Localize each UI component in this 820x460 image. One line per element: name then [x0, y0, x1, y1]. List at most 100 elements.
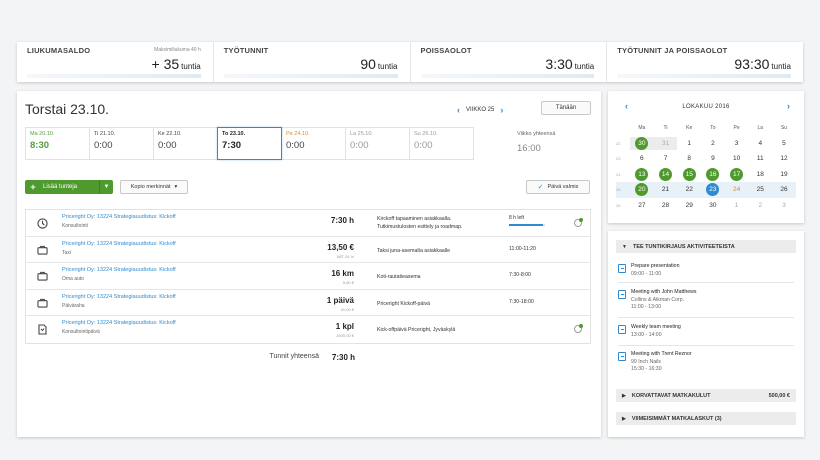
calendar-day[interactable]: 8	[677, 152, 701, 165]
calendar-day[interactable]: 27	[630, 199, 654, 212]
add-entry-icon[interactable]	[618, 290, 626, 299]
day-tab-sun[interactable]: Su 26.10. 0:00	[409, 127, 474, 160]
day-tab-mon[interactable]: Ma 20.10. 8:30	[25, 127, 90, 160]
activity-item[interactable]: Meeting with John Matthews Collins & Aikm…	[618, 289, 794, 312]
page-title: Torstai 23.10.	[25, 101, 110, 117]
calendar-day-number: 13	[635, 167, 649, 181]
calendar-day[interactable]: 1	[677, 137, 701, 150]
calendar-day[interactable]: 10	[725, 152, 749, 165]
add-hours-button[interactable]: + Lisää tunteja ▼	[25, 180, 113, 194]
day-hours: 8:30	[30, 140, 50, 151]
calendar-day[interactable]: 17	[725, 167, 749, 181]
table-row[interactable]: Priceright Oy: 13224 Strategiauudistus: …	[26, 210, 590, 237]
summary-bar	[223, 74, 398, 78]
chevron-down-icon[interactable]: ▼	[99, 180, 113, 194]
table-row[interactable]: Priceright Oy: 13224 Strategiauudistus: …	[26, 290, 590, 317]
calendar-day[interactable]: 24	[725, 183, 749, 196]
calendar-day[interactable]: 25	[748, 183, 772, 196]
calendar-day[interactable]: 3	[772, 199, 796, 212]
calendar-day[interactable]: 20	[630, 183, 654, 197]
calendar-day[interactable]: 6	[630, 152, 654, 165]
add-entry-icon[interactable]	[618, 352, 626, 361]
activity-item[interactable]: Weekly team meeting 13:00 - 14:00	[618, 324, 794, 339]
calendar-day[interactable]: 31	[653, 136, 678, 150]
calendar-day[interactable]: 11	[748, 152, 772, 165]
day-tab-sat[interactable]: La 25.10. 0:00	[345, 127, 410, 160]
week-number: 22	[616, 140, 621, 146]
calendar-day[interactable]: 16	[701, 167, 725, 181]
entries-table: Priceright Oy: 13224 Strategiauudistus: …	[25, 209, 591, 344]
chevron-right-icon[interactable]: ›	[500, 105, 503, 115]
calendar-day[interactable]: 5	[772, 137, 796, 150]
day-tab-fri[interactable]: Pe 24.10. 0:00	[281, 127, 346, 160]
calendar-day[interactable]: 21	[654, 183, 678, 196]
table-row[interactable]: Priceright Oy: 13224 Strategiauudistus: …	[26, 237, 590, 264]
entry-amount: 1 päivä	[326, 295, 354, 305]
activities-accordion[interactable]: ▼ TEE TUNTIKIRJAUS AKTIVITEETEISTA	[616, 240, 796, 253]
add-entry-icon[interactable]	[618, 264, 626, 273]
calendar-day[interactable]: 13	[630, 167, 654, 181]
day-hours: 0:00	[158, 140, 177, 151]
calendar-day[interactable]: 29	[677, 199, 701, 212]
comment-icon[interactable]	[574, 324, 583, 334]
entry-amount: 16 km	[331, 269, 354, 279]
day-name: Su 26.10.	[414, 131, 438, 137]
calendar-day-number: 31	[661, 139, 670, 147]
day-hours: 7:30	[222, 140, 242, 151]
day-hours: 0:00	[286, 140, 305, 151]
calendar-day[interactable]: 2	[748, 199, 772, 212]
calendar-day[interactable]: 18	[748, 168, 772, 181]
entry-project-link[interactable]: Priceright Oy: 13224 Strategiauudistus: …	[62, 267, 176, 273]
activity-detail: 09:00 - 11:00	[631, 270, 662, 277]
day-name: Ti 21.10.	[94, 131, 116, 137]
entry-hours-left: 8 h left	[509, 215, 525, 221]
day-ready-button[interactable]: ✓ Päivä valmis	[526, 180, 590, 194]
calendar-day[interactable]: 2	[701, 137, 725, 150]
day-tab-tue[interactable]: Ti 21.10. 0:00	[89, 127, 154, 160]
entry-description: Kirckoff tapaaminen asiakkaalla. Tutkimus…	[377, 215, 497, 231]
activity-item[interactable]: Meeting with Trent Reznor 99 Inch Nails 15…	[618, 351, 794, 374]
recent-invoices-accordion[interactable]: ▶ VIIMEISIMMÄT MATKALASKUT (3)	[616, 412, 796, 425]
calendar-day[interactable]: 26	[772, 183, 796, 196]
entry-project-link[interactable]: Priceright Oy: 13224 Strategiauudistus: …	[62, 294, 176, 300]
table-row[interactable]: Priceright Oy: 13224 Strategiauudistus: …	[26, 263, 590, 290]
comment-icon[interactable]	[574, 218, 583, 227]
calendar-day-number: 3	[782, 201, 786, 209]
add-entry-icon[interactable]	[618, 325, 626, 334]
summary-unit: tuntia	[771, 62, 791, 71]
chevron-left-icon[interactable]: ‹	[457, 105, 460, 115]
entry-project-link[interactable]: Priceright Oy: 13224 Strategiauudistus: …	[62, 320, 176, 326]
day-tab-wed[interactable]: Ke 22.10. 0:00	[153, 127, 218, 160]
calendar-day[interactable]: 22	[677, 183, 701, 196]
entry-project-link[interactable]: Priceright Oy: 13224 Strategiauudistus: …	[62, 241, 176, 247]
calendar-day-selected[interactable]: 23	[701, 183, 725, 197]
today-button[interactable]: Tänään	[541, 101, 591, 115]
calendar-day[interactable]: 30	[701, 199, 725, 212]
calendar-day[interactable]: 7	[654, 152, 678, 165]
chevron-right-icon[interactable]: ›	[787, 101, 790, 111]
calendar-day[interactable]: 9	[701, 152, 725, 165]
travel-expenses-accordion[interactable]: ▶ KORVATTAVAT MATKAKULUT 500,00 €	[616, 389, 796, 402]
calendar-day[interactable]: 30	[630, 136, 654, 150]
activity-item[interactable]: Prepare presentation 09:00 - 11:00	[618, 263, 794, 278]
week-total-value: 16:00	[517, 143, 541, 154]
calendar-day[interactable]: 1	[725, 199, 749, 212]
calendar-day[interactable]: 15	[677, 167, 701, 181]
calendar-day[interactable]: 19	[772, 168, 796, 181]
mini-calendar: ‹ LOKAKUU 2016 › Ma Ti Ke To Pe La Su 22…	[608, 91, 804, 223]
week-number: 26	[616, 202, 621, 208]
copy-entries-button[interactable]: Kopio merkinnät ▾	[120, 180, 188, 194]
summary-value: 93:30 tuntia	[734, 56, 791, 72]
calendar-day[interactable]: 28	[654, 199, 678, 212]
calendar-day[interactable]: 4	[748, 137, 772, 150]
summary-work-hours: TYÖTUNNIT 90 tuntia	[214, 42, 411, 82]
calendar-day[interactable]: 12	[772, 152, 796, 165]
calendar-day[interactable]: 14	[654, 167, 678, 181]
entry-project-link[interactable]: Priceright Oy: 13224 Strategiauudistus: …	[62, 214, 176, 220]
calendar-day-number: 11	[756, 155, 764, 163]
day-tab-thu[interactable]: To 23.10. 7:30	[217, 127, 282, 160]
summary-title: TYÖTUNNIT	[223, 46, 269, 55]
calendar-day-number: 2	[758, 201, 763, 209]
calendar-day[interactable]: 3	[725, 137, 749, 150]
table-row[interactable]: Priceright Oy: 13224 Strategiauudistus: …	[26, 316, 590, 343]
